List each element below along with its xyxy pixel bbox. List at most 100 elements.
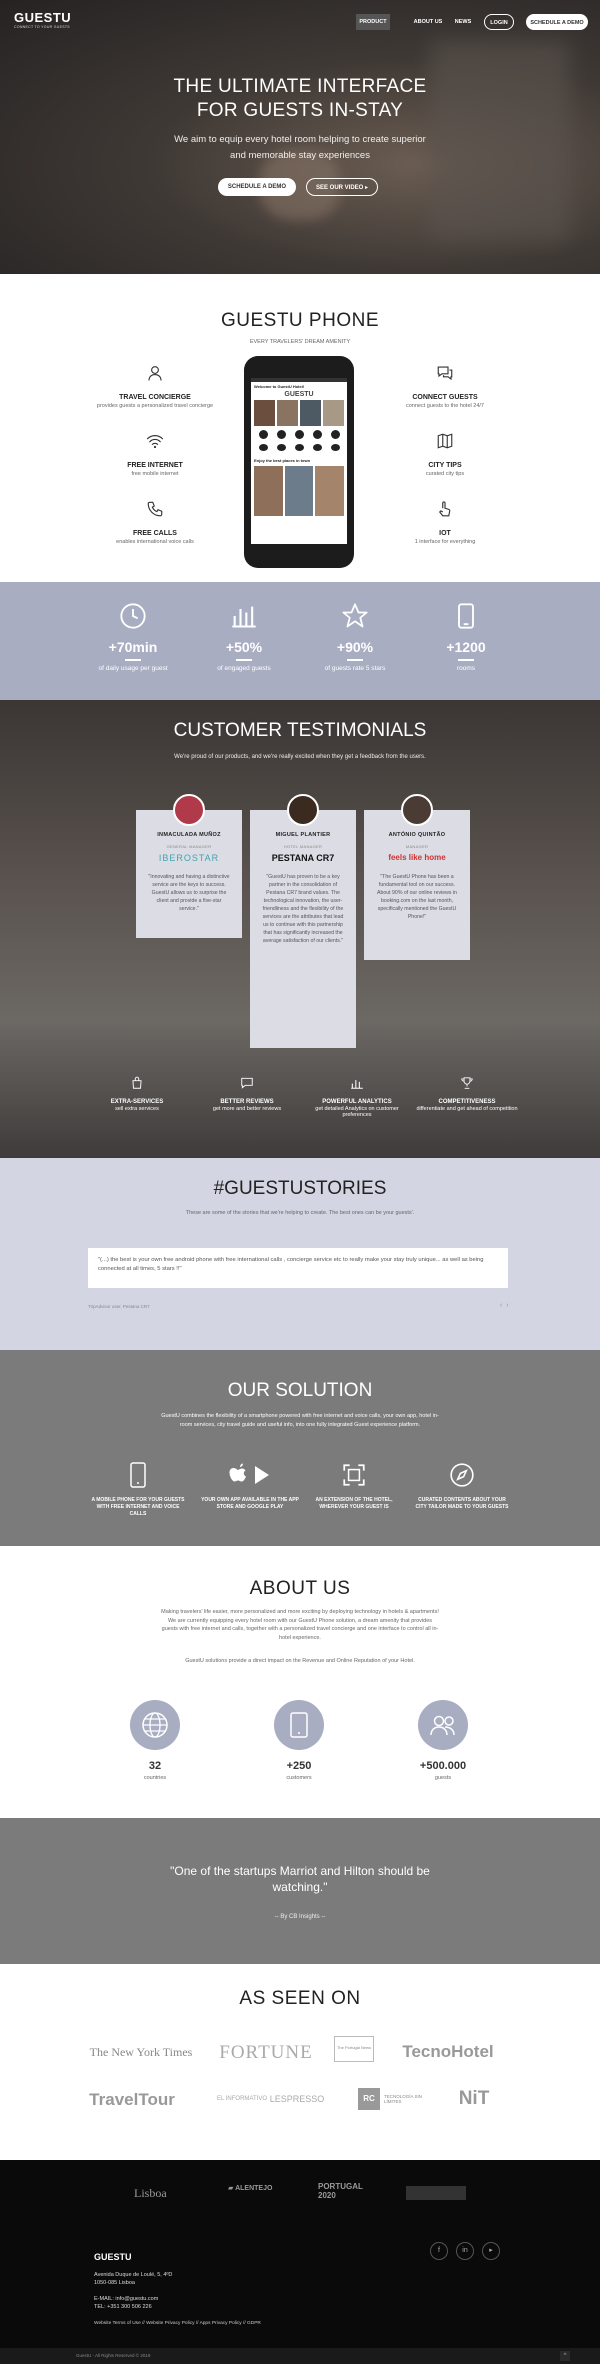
partner-logo-portugal2020[interactable]: PORTUGAL 2020 — [318, 2182, 374, 2200]
testimonial-card: INMACULADA MUÑOZ GENERAL MANAGER IBEROST… — [136, 794, 242, 938]
about-title: ABOUT US — [249, 1578, 351, 1599]
solution-item-phone: A MOBILE PHONE FOR YOUR GUESTS WITH FREE… — [88, 1462, 188, 1518]
advantage-title: EXTRA-SERVICES — [110, 1099, 164, 1105]
feature-title: TRAVEL CONCIERGE — [119, 394, 191, 401]
photo-thumb — [300, 400, 321, 426]
place-image[interactable] — [284, 466, 314, 516]
app-icon[interactable] — [294, 430, 304, 439]
press-logo-portugal-news[interactable]: The Portugal News — [334, 2036, 374, 2062]
youtube-icon[interactable]: ▸ — [482, 2242, 500, 2260]
solution-item-label: CURATED CONTENTS ABOUT YOUR CITY TAILOR … — [415, 1497, 509, 1510]
bag-icon — [132, 1076, 142, 1089]
place-image[interactable] — [254, 466, 283, 516]
login-button[interactable]: LOGIN — [484, 14, 514, 30]
press-logo-fortune[interactable]: FORTUNE — [216, 2042, 316, 2064]
footer-address-line1: Avenida Duque de Loulé, 5, 4ºD — [94, 2272, 173, 2278]
partner-logo-lisboa[interactable]: Lisboa — [134, 2186, 194, 2201]
footer-address-line2: 1050-085 Lisboa — [94, 2280, 135, 2286]
nav-about[interactable]: ABOUT US — [412, 14, 444, 30]
app-icon[interactable] — [312, 444, 322, 451]
mobile-icon — [130, 1462, 146, 1488]
stat-number: +1200 — [446, 639, 486, 655]
testimonial-role: MANAGER — [405, 844, 429, 849]
press-logo-lespresso[interactable]: LESPRESSO — [262, 2094, 332, 2104]
feature-title: FREE CALLS — [133, 530, 177, 537]
globe-icon — [142, 1712, 168, 1738]
testimonial-name: MIGUEL PLANTIER — [275, 832, 331, 838]
app-icon[interactable] — [276, 444, 286, 451]
press-title: AS SEEN ON — [239, 1988, 361, 2009]
advantage-competitiveness: COMPETITIVENESS differentiate and get ah… — [412, 1076, 522, 1112]
testimonial-name: INMACULADA MUÑOZ — [157, 832, 221, 838]
footer-legal-links[interactable]: Website Terms of Use // Website Privacy … — [94, 2320, 264, 2327]
app-icon[interactable] — [258, 430, 268, 439]
press-logo-traveltour[interactable]: TravelTour — [86, 2090, 178, 2110]
press-logo-tecnologia[interactable]: TECNOLOGÍA SIN LÍMITES — [384, 2094, 434, 2104]
copyright: GuestU - All Rights Reserved © 2019 — [76, 2353, 151, 2358]
press-logo-rc[interactable]: RC — [358, 2088, 380, 2110]
stat-label: of guests rate 5 stars — [324, 665, 386, 672]
logo-tagline: CONNECT TO YOUR GUESTS — [14, 25, 70, 29]
stat-engaged: +50% of engaged guests — [189, 602, 299, 672]
brand[interactable]: GUESTU CONNECT TO YOUR GUESTS — [14, 10, 71, 29]
logo[interactable]: GUESTU — [14, 10, 71, 25]
partner-logo-alentejo[interactable]: ▰ ALENTEJO — [228, 2184, 288, 2192]
feature-free-internet: FREE INTERNET free mobile internet — [90, 432, 220, 477]
screen-photo-row — [254, 400, 344, 426]
footer-tel[interactable]: TEL: +351 300 506 226 — [94, 2304, 152, 2310]
feature-travel-concierge: TRAVEL CONCIERGE provides guests a perso… — [90, 364, 220, 409]
app-icon[interactable] — [330, 430, 340, 439]
photo-thumb — [323, 400, 344, 426]
star-icon — [342, 603, 368, 628]
phone-screen: Welcome to GuestU Hotel! GUESTU Enjoy th… — [251, 378, 347, 544]
avatar — [287, 794, 319, 826]
screen-section-title: Enjoy the best places in town — [254, 458, 311, 463]
testimonials-title: CUSTOMER TESTIMONIALS — [173, 720, 427, 741]
chevron-left-icon[interactable]: ‹ — [500, 1302, 502, 1309]
quote-source: -- By CB Insights -- — [274, 1914, 326, 1920]
press-logo-nit[interactable]: NiT — [456, 2088, 492, 2110]
nav-news[interactable]: NEWS — [452, 14, 474, 30]
schedule-demo-nav-button[interactable]: SCHEDULE A DEMO — [526, 14, 588, 30]
advantage-title: COMPETITIVENESS — [438, 1099, 496, 1105]
stat-usage: +70min of daily usage per guest — [78, 602, 188, 672]
stat-number: +90% — [336, 639, 374, 655]
linkedin-icon[interactable]: in — [456, 2242, 474, 2260]
hero-see-video-button[interactable]: SEE OUR VIDEO ▸ — [306, 178, 378, 196]
app-icon[interactable] — [330, 444, 340, 451]
stat-divider — [125, 659, 141, 661]
press-logo-nyt[interactable]: The New York Times — [86, 2045, 196, 2060]
nav-product[interactable]: PRODUCT — [356, 14, 390, 30]
feature-free-calls: FREE CALLS enables international voice c… — [90, 500, 220, 545]
wifi-icon — [146, 435, 164, 449]
place-image[interactable] — [315, 466, 345, 516]
footer-logo[interactable]: GUESTU — [94, 2252, 132, 2262]
app-icon[interactable] — [312, 430, 322, 439]
chevron-right-icon[interactable]: › — [506, 1302, 508, 1309]
story-text: "(...) the best is your own free android… — [98, 1257, 484, 1272]
advantage-title: BETTER REVIEWS — [220, 1099, 274, 1105]
screen-icon-row-2 — [254, 444, 344, 452]
stories-subtitle: These are some of the stories that we're… — [185, 1210, 415, 1216]
feature-desc: 1 interface for everything — [414, 539, 476, 545]
feature-iot: IOT 1 interface for everything — [380, 500, 510, 545]
back-to-top-icon[interactable]: ^ — [560, 2351, 570, 2361]
quote-section: "One of the startups Marriot and Hilton … — [0, 1818, 600, 1964]
facebook-icon[interactable]: f — [430, 2242, 448, 2260]
press-logo-tecnohotel[interactable]: TecnoHotel — [388, 2042, 508, 2062]
hero-schedule-demo-button[interactable]: SCHEDULE A DEMO — [218, 178, 296, 196]
footer-email[interactable]: E-MAIL: info@guestu.com — [94, 2296, 158, 2302]
testimonials-section: CUSTOMER TESTIMONIALS We're proud of our… — [0, 700, 600, 1158]
feature-title: IOT — [439, 530, 451, 537]
phone-section-subtitle: EVERY TRAVELERS' DREAM AMENITY — [249, 339, 351, 345]
solution-text: GuestU combines the flexibility of a sma… — [161, 1413, 439, 1428]
story-source: TripAdvisor user, Pestana CR7 — [88, 1304, 150, 1309]
advantage-desc: get detailed Analytics on customer prefe… — [315, 1106, 399, 1118]
hero-title-line2: FOR GUESTS IN-STAY — [196, 100, 404, 121]
bar-chart-icon — [232, 606, 256, 628]
app-icon[interactable] — [294, 444, 304, 451]
alentejo-mark-icon: ▰ — [228, 2185, 234, 2192]
app-icon[interactable] — [276, 430, 286, 439]
app-icon[interactable] — [258, 444, 268, 451]
carousel-controls: ‹ › — [500, 1302, 509, 1309]
